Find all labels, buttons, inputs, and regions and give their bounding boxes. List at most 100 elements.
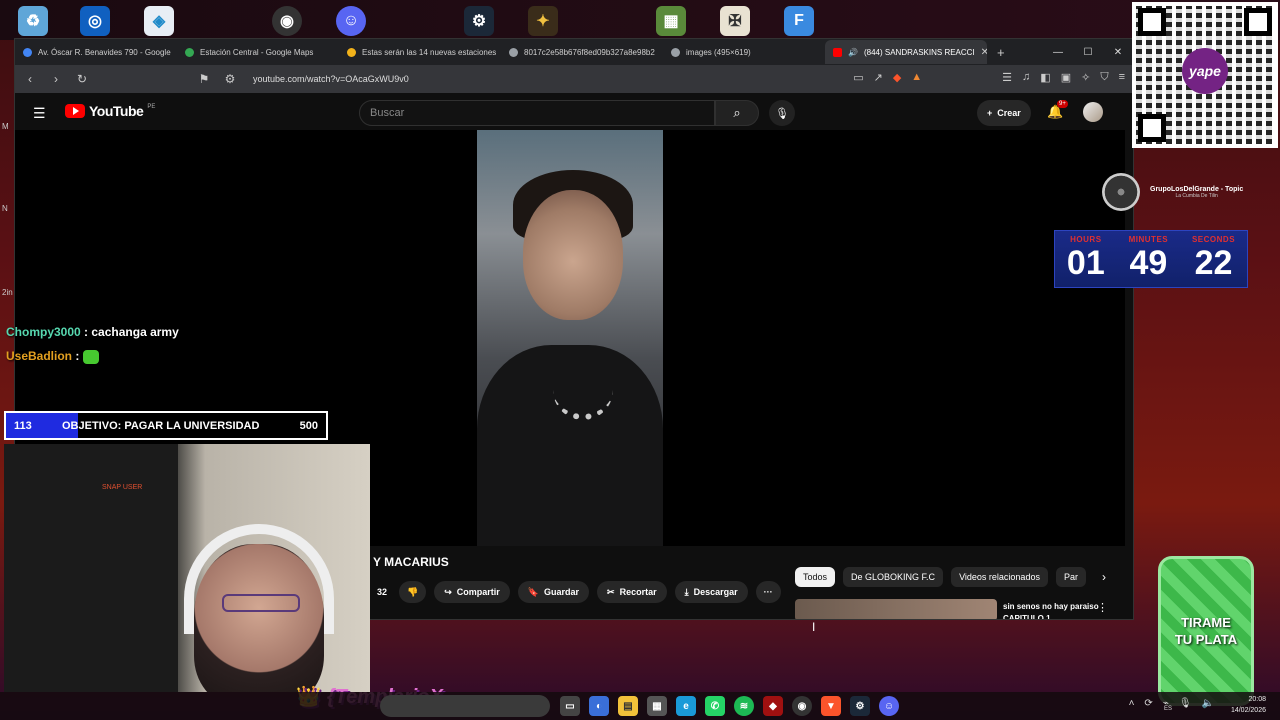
app-shortcut-icon[interactable]: ◎ [80, 6, 110, 36]
sidebar-icon[interactable]: ◧ [1040, 71, 1050, 84]
site-info-icon[interactable]: ⚙ [223, 72, 237, 86]
chat-text: : cachanga army [84, 325, 179, 339]
youtube-logo[interactable]: YouTube PE [65, 103, 155, 119]
chip-channel[interactable]: De GLOBOKING F.C [843, 567, 944, 587]
yape-logo: yape [1182, 48, 1228, 94]
url-field[interactable]: youtube.com/watch?v=OAcaGxWU9v0 [253, 74, 409, 84]
obs-icon[interactable]: ◉ [272, 6, 302, 36]
clip-button[interactable]: ✂ Recortar [597, 581, 667, 603]
search-button[interactable]: ⌕ [715, 100, 759, 126]
timer-minutes-value: 49 [1129, 244, 1168, 282]
share-icon[interactable]: ↗ [874, 71, 883, 84]
vpn-icon[interactable]: ⛉ [1100, 71, 1108, 84]
download-button[interactable]: ⤓ Descargar [674, 581, 748, 603]
task-view-icon[interactable]: ▭ [560, 696, 580, 716]
tab-label: (844) SANDRASKINS REACCI [863, 47, 975, 57]
speaker-icon[interactable]: 🔊 [848, 48, 858, 57]
fortnite-icon[interactable]: F [784, 6, 814, 36]
voice-search-button[interactable]: 🎙 [769, 100, 795, 126]
counter-strike-icon[interactable]: ✠ [720, 6, 750, 36]
input-language[interactable]: ES [1164, 706, 1172, 712]
game-shortcut-icon[interactable]: ✦ [528, 6, 558, 36]
taskbar-search[interactable] [380, 695, 550, 717]
recycle-bin-icon[interactable]: ♻ [18, 6, 48, 36]
maximize-icon[interactable]: ☐ [1073, 39, 1103, 65]
browser-tab[interactable]: 8017c2e58b676f8ed09b327a8e98b2 [501, 40, 663, 64]
chip-partial[interactable]: Par [1055, 567, 1086, 587]
browser-tab[interactable]: Estación Central - Google Maps [177, 40, 339, 64]
app-shortcut-icon[interactable]: ◈ [144, 6, 174, 36]
browser-tab[interactable]: Av. Óscar R. Benavides 790 - Google [15, 40, 177, 64]
save-button[interactable]: 🔖 Guardar [517, 581, 590, 603]
related-video-thumbnail[interactable] [795, 599, 997, 619]
chip-all[interactable]: Todos [795, 567, 836, 587]
timer-hours-value: 01 [1066, 244, 1105, 282]
chip-related[interactable]: Videos relacionados [951, 567, 1048, 587]
share-button[interactable]: ↪ Compartir [434, 581, 510, 603]
microphone-icon: 🎙 [775, 107, 789, 120]
whatsapp-icon[interactable]: ✆ [705, 696, 725, 716]
browser-tab[interactable]: images (495×619) [663, 40, 825, 64]
cast-icon[interactable]: ▭ [853, 71, 863, 84]
webcam-room-background [4, 444, 178, 692]
headset-icon [184, 524, 334, 634]
obs-icon[interactable]: ◉ [792, 696, 812, 716]
microphone-icon[interactable]: 🎙 [1179, 698, 1192, 709]
file-explorer-icon[interactable]: ▤ [618, 696, 638, 716]
timer-minutes: MINUTES 49 [1129, 235, 1169, 287]
browser-tab[interactable]: Estas serán las 14 nuevas estaciones [339, 40, 501, 64]
sync-icon[interactable]: ⟳ [1144, 698, 1152, 709]
forward-icon[interactable]: › [49, 72, 63, 86]
dota-icon[interactable]: ◆ [763, 696, 783, 716]
close-window-icon[interactable]: ✕ [1103, 39, 1133, 65]
minimize-icon[interactable]: — [1043, 39, 1073, 65]
hamburger-menu-icon[interactable]: ☰ [33, 105, 46, 122]
avatar[interactable] [1083, 102, 1103, 122]
new-tab-button[interactable]: + [987, 45, 1015, 60]
youtube-header: ☰ YouTube PE Buscar ⌕ 🎙 + Crear 🔔 9+ [15, 93, 1133, 131]
chat-username: UseBadlion [6, 349, 73, 363]
chevron-right-icon[interactable]: › [1102, 570, 1106, 584]
steam-icon[interactable]: ⚙ [464, 6, 494, 36]
save-label: Guardar [544, 587, 580, 597]
like-count[interactable]: 32 [373, 587, 391, 597]
brave-rewards-icon[interactable]: ▲ [911, 71, 922, 84]
menu-icon[interactable]: ≡ [1119, 71, 1125, 84]
discord-icon[interactable]: ☺ [879, 696, 899, 716]
more-vert-icon[interactable]: ⋮ [1097, 601, 1108, 614]
desktop-label: N [2, 204, 8, 213]
store-icon[interactable]: ▦ [647, 696, 667, 716]
volume-icon[interactable]: 🔈 [1202, 698, 1214, 709]
brave-shield-icon[interactable]: ◆ [893, 71, 901, 84]
brave-icon[interactable]: ▼ [821, 696, 841, 716]
search-input[interactable]: Buscar [359, 100, 715, 126]
youtube-region: PE [147, 104, 156, 110]
bookmark-icon: 🔖 [527, 586, 540, 597]
create-button[interactable]: + Crear [977, 100, 1031, 126]
globe-icon [671, 47, 680, 57]
chevron-up-icon[interactable]: ˄ [1129, 698, 1135, 709]
music-icon[interactable]: ♫ [1022, 71, 1030, 84]
bookmark-icon[interactable]: ⚑ [197, 72, 211, 86]
desktop-label: 2in [2, 288, 13, 297]
steam-icon[interactable]: ⚙ [850, 696, 870, 716]
clip-label: Recortar [619, 587, 657, 597]
related-video-title[interactable]: sin senos no hay paraiso CAPITULO 1 [1003, 601, 1103, 619]
spotify-icon[interactable]: ≋ [734, 696, 754, 716]
plus-icon: + [987, 108, 993, 118]
more-actions-button[interactable]: ··· [755, 581, 781, 603]
copilot-icon[interactable]: ◐ [589, 696, 609, 716]
edge-icon[interactable]: e [676, 696, 696, 716]
discord-icon[interactable]: ☺ [336, 6, 366, 36]
leo-ai-icon[interactable]: ✧ [1081, 71, 1090, 84]
reader-mode-icon[interactable]: ☰ [1002, 71, 1012, 84]
minecraft-icon[interactable]: ▦ [656, 6, 686, 36]
back-icon[interactable]: ‹ [23, 72, 37, 86]
video-actions: 32 👎 ↪ Compartir 🔖 Guardar ✂ Recortar ⤓ Desc… [373, 581, 781, 603]
wallet-icon[interactable]: ▣ [1061, 71, 1071, 84]
tab-label: 8017c2e58b676f8ed09b327a8e98b2 [524, 47, 655, 57]
taskbar-clock[interactable]: 20:08 14/02/2026 [1231, 694, 1266, 716]
dislike-button[interactable]: 👎 [399, 581, 427, 603]
reload-icon[interactable]: ↻ [75, 72, 89, 86]
browser-tab-active[interactable]: 🔊(844) SANDRASKINS REACCI✕ [825, 40, 987, 64]
